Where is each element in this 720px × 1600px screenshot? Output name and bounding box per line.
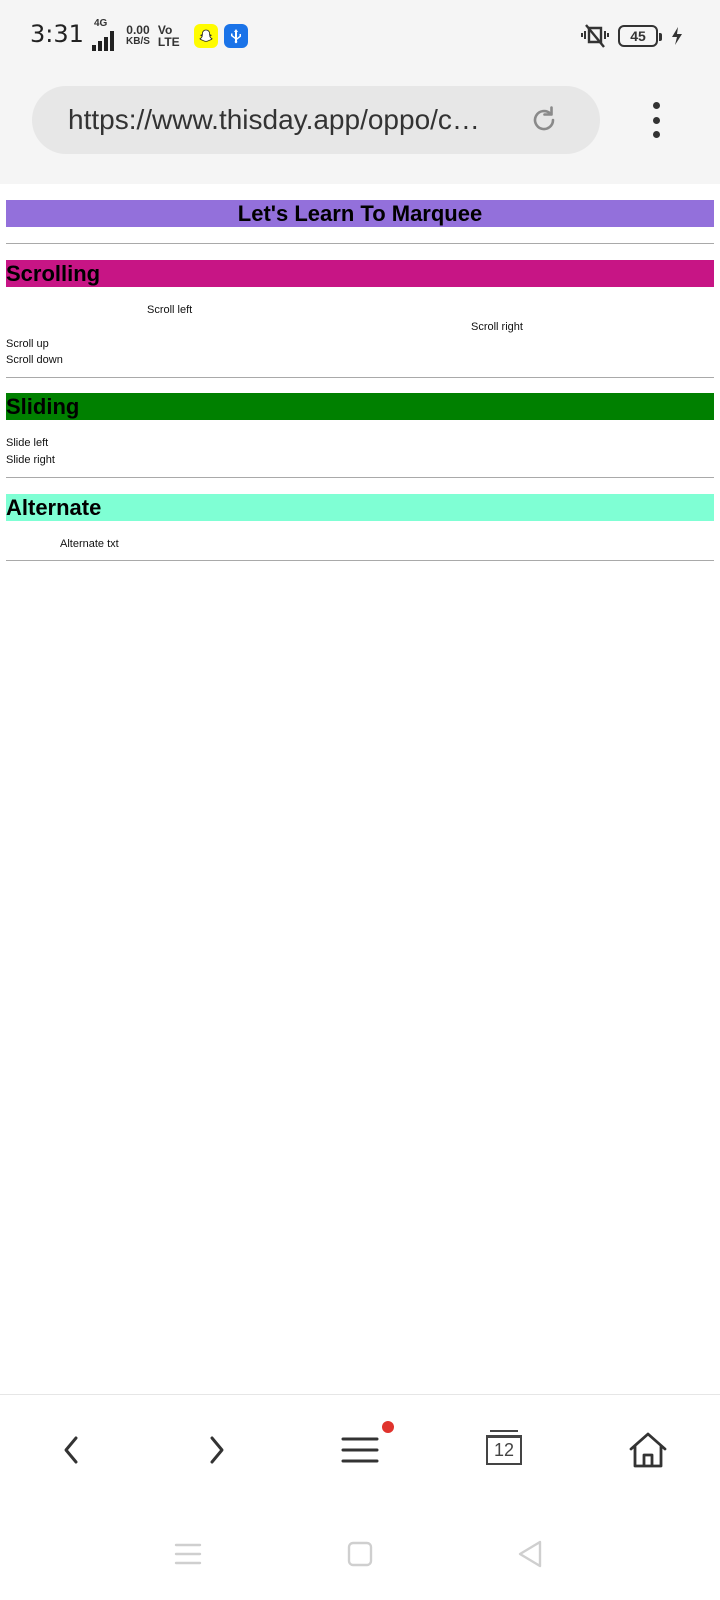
divider xyxy=(6,560,714,561)
notification-dot xyxy=(382,1421,394,1433)
net-speed-value: 0.00 xyxy=(126,23,150,37)
browser-bottom-nav: 12 xyxy=(0,1394,720,1500)
recents-icon[interactable] xyxy=(172,1538,204,1570)
net-speed: 0.00 KB/S xyxy=(126,24,150,48)
divider xyxy=(6,377,714,378)
triangle-back-icon[interactable] xyxy=(514,1538,546,1570)
divider xyxy=(6,477,714,478)
marquee-slide-left: Slide left xyxy=(6,437,49,449)
page-title: Let's Learn To Marquee xyxy=(6,200,714,227)
status-right-icons: 45 xyxy=(580,22,684,50)
snapchat-icon xyxy=(193,24,218,48)
network-type: 4G xyxy=(94,18,108,29)
hamburger-menu-icon[interactable] xyxy=(330,1421,394,1475)
square-home-icon[interactable] xyxy=(344,1538,376,1570)
sliding-heading: Sliding xyxy=(6,393,714,420)
chevron-left-icon[interactable] xyxy=(42,1425,102,1475)
home-icon[interactable] xyxy=(618,1425,678,1475)
usb-icon xyxy=(223,24,248,48)
scrolling-heading: Scrolling xyxy=(6,260,714,287)
status-left-icons: 4G 0.00 KB/S Vo LTE xyxy=(88,18,248,51)
divider xyxy=(6,243,714,244)
vibrate-off-icon xyxy=(580,23,610,49)
volte-bottom: LTE xyxy=(157,35,180,49)
charging-icon xyxy=(670,26,684,46)
marquee-scroll-right: Scroll right xyxy=(471,321,523,333)
volte-indicator: Vo LTE xyxy=(158,24,180,48)
alternate-heading: Alternate xyxy=(6,494,714,521)
marquee-slide-right: Slide right xyxy=(6,454,55,466)
url-text[interactable]: https://www.thisday.app/oppo/c… xyxy=(68,104,508,136)
tabs-count: 12 xyxy=(486,1430,522,1465)
more-vert-icon[interactable] xyxy=(640,102,672,138)
tabs-button[interactable]: 12 xyxy=(474,1425,534,1475)
system-navigation-bar xyxy=(0,1500,720,1600)
browser-toolbar: https://www.thisday.app/oppo/c… xyxy=(0,72,720,184)
marquee-scroll-down: Scroll down xyxy=(6,354,63,366)
marquee-scroll-up: Scroll up xyxy=(6,338,49,350)
marquee-alternate: Alternate txt xyxy=(60,538,119,550)
net-speed-unit: KB/S xyxy=(126,36,150,47)
address-bar[interactable]: https://www.thisday.app/oppo/c… xyxy=(32,86,600,154)
status-time: 3:31 xyxy=(30,20,84,48)
reload-icon[interactable] xyxy=(528,104,560,136)
chevron-right-icon[interactable] xyxy=(186,1425,246,1475)
battery-indicator: 45 xyxy=(618,25,662,47)
status-bar: 3:31 4G 0.00 KB/S Vo LTE 45 xyxy=(0,0,720,72)
marquee-scroll-left: Scroll left xyxy=(147,304,193,316)
signal-icon: 4G xyxy=(88,18,114,51)
